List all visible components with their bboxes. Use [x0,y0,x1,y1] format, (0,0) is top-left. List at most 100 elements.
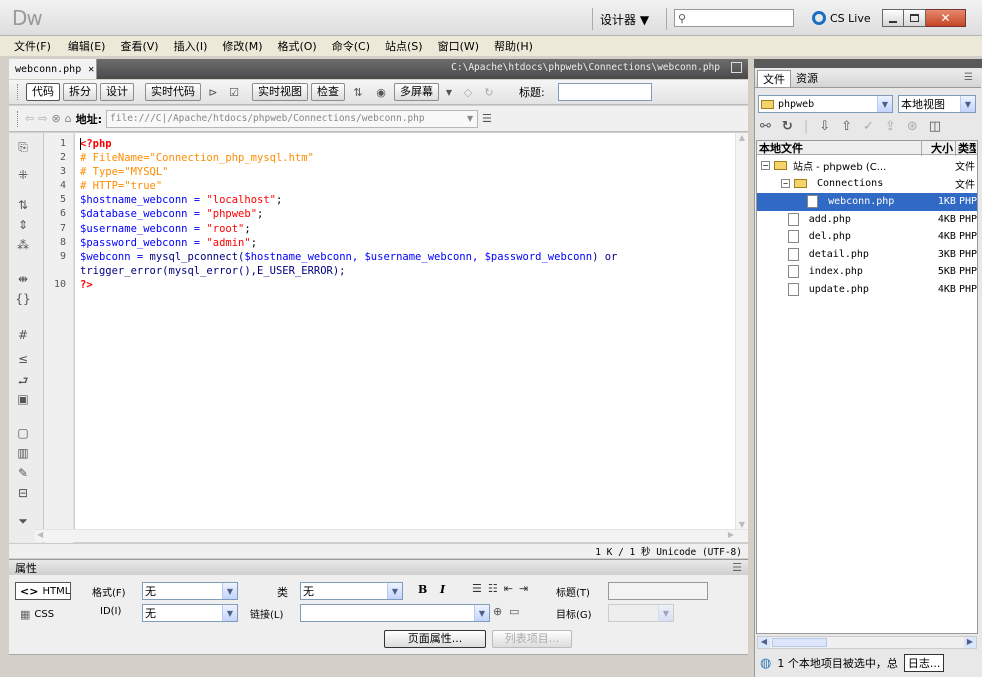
move-css-icon[interactable]: ⊟ [14,486,32,500]
col-header-type[interactable]: 类型 [956,140,976,156]
menu-item[interactable]: 站点(S) [385,38,423,54]
put-files-icon[interactable]: ⇧ [841,119,852,134]
get-files-icon[interactable]: ⇩ [819,119,830,134]
italic-button[interactable]: I [440,583,445,596]
format-select[interactable]: 无 ▼ [142,582,238,600]
cslive-button[interactable]: CS Live [812,9,871,27]
site-select[interactable]: phpweb ▼ [758,95,893,113]
point-to-file-icon[interactable]: ⊕ [493,605,502,618]
collapse-icon[interactable]: − [781,179,790,189]
menu-item[interactable]: 帮助(H) [494,38,533,54]
line-numbers-icon[interactable]: {} [14,292,32,306]
scroll-right-icon[interactable]: ▶ [728,530,734,539]
collapse-selection-icon[interactable]: ⇅ [14,198,32,212]
file-row[interactable]: detail.php 3KB PHP [757,246,977,264]
minimize-button[interactable] [882,9,904,27]
live-code-button[interactable]: 实时代码 [145,83,201,101]
scroll-left-icon[interactable]: ◀ [37,530,43,539]
expand-all-icon[interactable]: ⇕ [14,218,32,232]
restore-doc-icon[interactable] [731,62,742,73]
tab-files[interactable]: 文件 [757,70,791,87]
multiscreen-button[interactable]: 多屏幕 [394,83,439,101]
code-vscrollbar[interactable]: ▲ ▼ [735,133,748,529]
back-icon[interactable]: ⇦ [25,112,34,125]
code-hscrollbar[interactable]: ◀ ▶ [35,529,748,542]
select-parent-icon[interactable]: ⁂ [14,238,32,252]
address-dropdown-icon[interactable]: ▼ [463,114,477,123]
scroll-thumb[interactable] [772,638,827,647]
menu-item[interactable]: 修改(M) [222,38,262,54]
properties-menu-icon[interactable]: ☰ [732,561,742,574]
menu-item[interactable]: 文件(F) [14,38,51,54]
visual-aids-icon[interactable]: ◇ [459,86,477,99]
scroll-up-icon[interactable]: ▲ [736,133,748,142]
close-button[interactable]: ✕ [926,9,966,27]
workspace-switcher[interactable]: 设计器 ▼ [600,10,649,28]
file-row[interactable]: webconn.php 1KB PHP [757,193,977,211]
files-panel-menu-icon[interactable]: ☰ [964,72,973,83]
connect-icon[interactable]: ⚯ [760,119,771,134]
close-tab-icon[interactable]: ✕ [88,64,94,75]
format-source-icon[interactable]: ⏷ [14,514,32,529]
file-row[interactable]: update.php 4KB PHP [757,281,977,299]
scroll-right-icon[interactable]: ▶ [964,637,976,648]
log-button[interactable]: 日志... [903,654,945,672]
syntax-coloring-icon[interactable]: ≤ [14,352,32,366]
indent-icon[interactable]: ⇥ [519,582,528,595]
check-out-icon[interactable]: ✓ [863,119,874,134]
stop-icon[interactable]: ⊗ [51,112,60,125]
multiscreen-dropdown-icon[interactable]: ▼ [442,88,456,97]
browser-nav-options-icon[interactable]: ☰ [482,112,492,125]
class-select[interactable]: 无 ▼ [300,582,403,600]
tab-assets[interactable]: 资源 [791,70,823,87]
sync-icon[interactable]: ⊛ [907,119,918,134]
design-view-button[interactable]: 设计 [100,83,134,101]
css-mode-button[interactable]: ▦ CSS [20,606,54,622]
tree-folder-row[interactable]: − Connections 文件 [757,175,977,193]
live-code-options-icon[interactable]: ⊳ [204,86,222,99]
list-title-input[interactable] [608,582,708,600]
outdent-icon[interactable]: ⇤ [504,582,513,595]
html-mode-button[interactable]: <> HTML [15,582,71,600]
code-view-button[interactable]: 代码 [26,83,60,101]
check-compat-icon[interactable]: ☑ [225,86,243,99]
recent-snippets-icon[interactable]: ✎ [14,466,32,480]
scroll-left-icon[interactable]: ◀ [758,637,770,648]
files-hscrollbar[interactable]: ◀ ▶ [757,636,977,649]
col-header-size[interactable]: 大小 [922,139,956,156]
tree-site-row[interactable]: − 站点 - phpweb (C... 文件 [757,157,977,175]
inspect-button[interactable]: 检查 [311,83,345,101]
word-wrap-icon[interactable]: ⮐ [14,372,32,393]
bold-button[interactable]: B [418,583,427,596]
title-input[interactable] [557,83,652,101]
view-select[interactable]: 本地视图 ▼ [898,95,976,113]
open-documents-icon[interactable]: ⎘ [14,140,32,155]
address-input[interactable]: file:///C|/Apache/htdocs/phpweb/Connecti… [106,109,479,128]
refresh-icon[interactable]: ↻ [782,119,793,134]
id-select[interactable]: 无 ▼ [142,604,238,622]
link-input[interactable]: ▼ [300,604,490,622]
browse-folder-icon[interactable]: ▭ [509,605,519,618]
remove-comment-icon[interactable]: ▢ [14,426,32,440]
page-properties-button[interactable]: 页面属性... [384,630,486,648]
ordered-list-icon[interactable]: ☷ [488,582,498,595]
scroll-down-icon[interactable]: ▼ [736,520,748,529]
preview-browser-icon[interactable]: ◉ [371,86,391,99]
forward-icon[interactable]: ⇨ [38,112,47,125]
balance-braces-icon[interactable]: ⇼ [14,272,32,286]
home-icon[interactable]: ⌂ [65,112,72,125]
col-header-name[interactable]: 本地文件 [757,139,922,156]
split-view-button[interactable]: 拆分 [63,83,97,101]
live-view-button[interactable]: 实时视图 [252,83,308,101]
file-row[interactable]: index.php 5KB PHP [757,263,977,281]
file-row[interactable]: add.php 4KB PHP [757,211,977,229]
menu-item[interactable]: 插入(I) [174,38,208,54]
refresh-icon[interactable]: ↻ [480,86,498,99]
target-select[interactable]: ▼ [608,604,674,622]
unordered-list-icon[interactable]: ☰ [472,582,482,595]
expand-icon[interactable]: ◫ [929,119,941,134]
collapse-tag-icon[interactable]: ⁜ [14,168,32,182]
wrap-tag-icon[interactable]: ▥ [14,446,32,460]
menu-item[interactable]: 格式(O) [277,38,316,54]
menu-item[interactable]: 命令(C) [332,38,370,54]
